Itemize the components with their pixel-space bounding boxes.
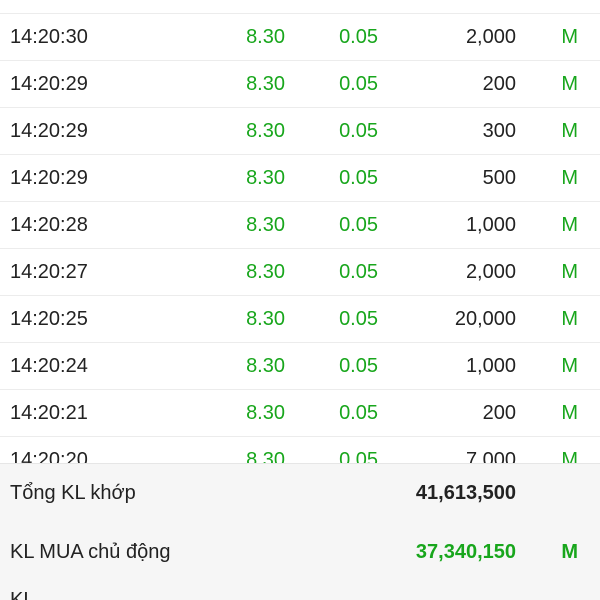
trade-change: 0.05 — [339, 26, 378, 48]
trade-time: 14:20:20 — [10, 449, 88, 463]
trade-volume: 7,000 — [465, 449, 516, 463]
trade-price: 8.30 — [246, 449, 285, 463]
trade-price: 8.30 — [246, 214, 285, 236]
active-buy-label: KL MUA chủ động — [10, 541, 171, 563]
table-row: 14:20:30 8.30 0.05 1,000 M — [0, 0, 600, 14]
trade-change: 0.05 — [339, 308, 378, 330]
trade-volume: 20,000 — [454, 308, 516, 330]
summary-panel: Tổng KL khớp 41,613,500 KL MUA chủ động … — [0, 463, 600, 600]
table-row: 14:20:24 8.30 0.05 1,000 M — [0, 343, 600, 390]
trade-time: 14:20:29 — [10, 120, 88, 142]
trade-volume: 200 — [482, 402, 516, 424]
trade-time: 14:20:29 — [10, 73, 88, 95]
trade-volume: 1,000 — [465, 355, 516, 377]
table-row: 14:20:30 8.30 0.05 2,000 M — [0, 14, 600, 61]
next-summary-label: KL — [10, 589, 35, 600]
trade-price: 8.30 — [246, 120, 285, 142]
trade-volume: 200 — [482, 73, 516, 95]
trade-volume: 300 — [482, 120, 516, 142]
matched-trades-screen: 14:20:30 8.30 0.05 1,000 M 14:20:30 8.30… — [0, 0, 600, 600]
trade-time: 14:20:28 — [10, 214, 88, 236]
trade-change: 0.05 — [339, 355, 378, 377]
table-row: 14:20:29 8.30 0.05 500 M — [0, 155, 600, 202]
trade-price: 8.30 — [246, 73, 285, 95]
total-volume-label: Tổng KL khớp — [10, 482, 136, 504]
trade-change: 0.05 — [339, 214, 378, 236]
trade-time: 14:20:29 — [10, 167, 88, 189]
trade-side: M — [561, 449, 578, 463]
trade-volume: 1,000 — [465, 214, 516, 236]
trade-price: 8.30 — [246, 261, 285, 283]
trade-price: 8.30 — [246, 167, 285, 189]
table-row: 14:20:29 8.30 0.05 300 M — [0, 108, 600, 155]
trade-change: 0.05 — [339, 120, 378, 142]
trade-side: M — [561, 73, 578, 95]
trade-side: M — [561, 261, 578, 283]
table-row: 14:20:25 8.30 0.05 20,000 M — [0, 296, 600, 343]
trade-volume: 500 — [482, 167, 516, 189]
active-buy-side: M — [561, 541, 578, 563]
table-row: 14:20:28 8.30 0.05 1,000 M — [0, 202, 600, 249]
trade-price: 8.30 — [246, 26, 285, 48]
total-volume-value: 41,613,500 — [415, 482, 516, 504]
trade-side: M — [561, 120, 578, 142]
trade-side: M — [561, 355, 578, 377]
trade-change: 0.05 — [339, 449, 378, 463]
trade-time: 14:20:30 — [10, 26, 88, 48]
trade-time: 14:20:27 — [10, 261, 88, 283]
trade-volume: 2,000 — [465, 261, 516, 283]
table-row: 14:20:21 8.30 0.05 200 M — [0, 390, 600, 437]
table-row: 14:20:29 8.30 0.05 200 M — [0, 61, 600, 108]
trade-price: 8.30 — [246, 308, 285, 330]
active-buy-value: 37,340,150 — [415, 541, 516, 563]
table-row: 14:20:27 8.30 0.05 2,000 M — [0, 249, 600, 296]
trade-change: 0.05 — [339, 167, 378, 189]
trade-side: M — [561, 308, 578, 330]
trade-time: 14:20:30 — [10, 0, 88, 14]
trade-time: 14:20:25 — [10, 308, 88, 330]
trade-side: M — [561, 214, 578, 236]
trade-side: M — [561, 402, 578, 424]
trade-change: 0.05 — [339, 0, 378, 14]
trade-price: 8.30 — [246, 402, 285, 424]
trade-change: 0.05 — [339, 261, 378, 283]
table-row: 14:20:20 8.30 0.05 7,000 M — [0, 437, 600, 463]
trade-change: 0.05 — [339, 73, 378, 95]
trade-side: M — [561, 167, 578, 189]
summary-total-row: Tổng KL khớp 41,613,500 — [0, 464, 600, 523]
trade-volume: 2,000 — [465, 26, 516, 48]
trade-list[interactable]: 14:20:30 8.30 0.05 1,000 M 14:20:30 8.30… — [0, 0, 600, 463]
summary-buy-row: KL MUA chủ động 37,340,150 M — [0, 523, 600, 582]
trade-price: 8.30 — [246, 355, 285, 377]
trade-change: 0.05 — [339, 402, 378, 424]
trade-time: 14:20:24 — [10, 355, 88, 377]
trade-volume: 1,000 — [466, 0, 516, 14]
trade-time: 14:20:21 — [10, 402, 88, 424]
trade-price: 8.30 — [246, 0, 285, 14]
trade-side: M — [561, 26, 578, 48]
trade-side: M — [561, 0, 578, 14]
